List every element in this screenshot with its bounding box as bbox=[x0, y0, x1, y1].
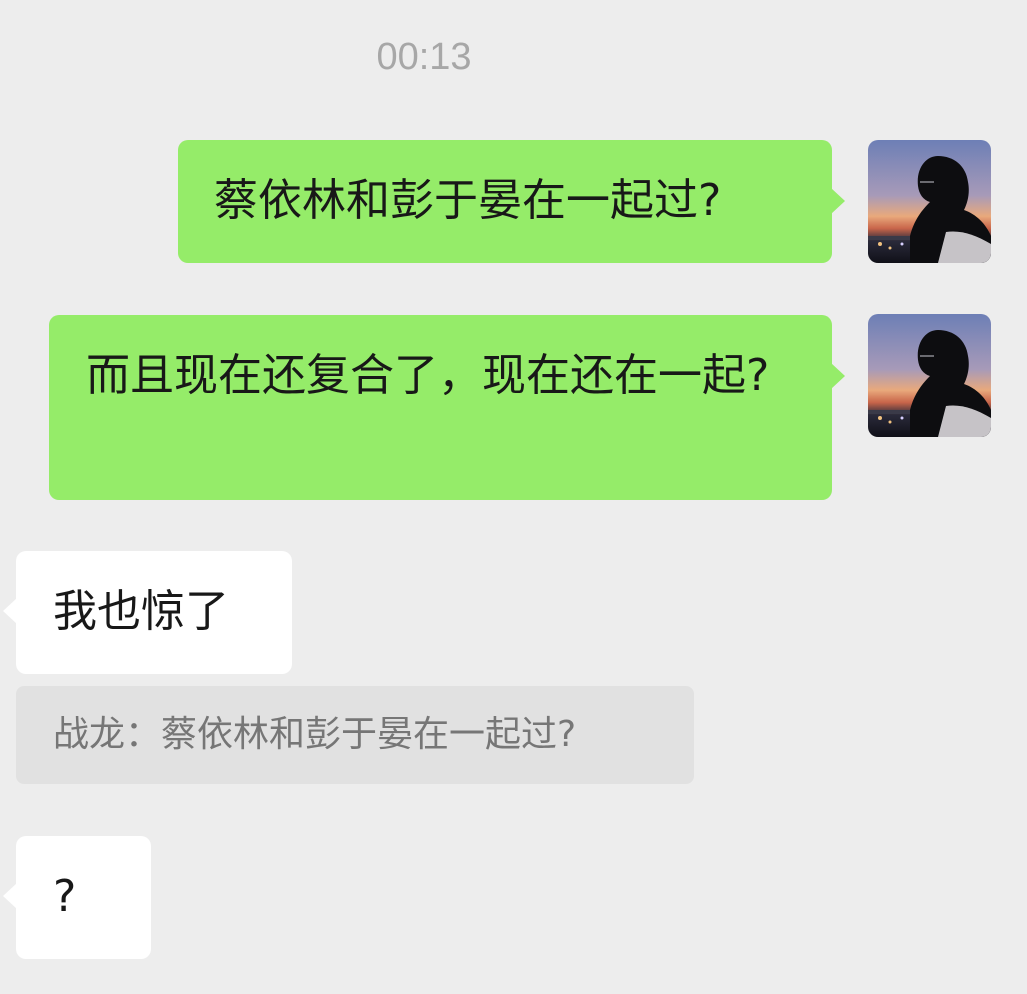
message-text: 我也惊了 bbox=[53, 586, 229, 637]
avatar-image bbox=[868, 140, 991, 263]
quote-text: 蔡依林和彭于晏在一起过? bbox=[161, 714, 577, 755]
message-bubble-self[interactable]: 而且现在还复合了，现在还在一起? bbox=[49, 315, 845, 500]
quote-separator: ： bbox=[125, 714, 162, 755]
message-text: ? bbox=[53, 871, 77, 922]
chat-timestamp: 00:13 bbox=[376, 36, 472, 78]
quote-author: 战龙 bbox=[53, 714, 126, 755]
message-text: 而且现在还复合了，现在还在一起? bbox=[86, 350, 770, 401]
message-bubble-other[interactable]: 我也惊了 bbox=[3, 551, 292, 674]
message-text: 蔡依林和彭于晏在一起过? bbox=[214, 175, 722, 226]
user-avatar[interactable] bbox=[868, 314, 991, 437]
message-bubble-self[interactable]: 蔡依林和彭于晏在一起过? bbox=[178, 140, 845, 263]
quoted-message[interactable]: 战龙：蔡依林和彭于晏在一起过? bbox=[16, 686, 694, 784]
avatar-image bbox=[868, 314, 991, 437]
user-avatar[interactable] bbox=[868, 140, 991, 263]
message-bubble-other[interactable]: ? bbox=[3, 836, 151, 959]
